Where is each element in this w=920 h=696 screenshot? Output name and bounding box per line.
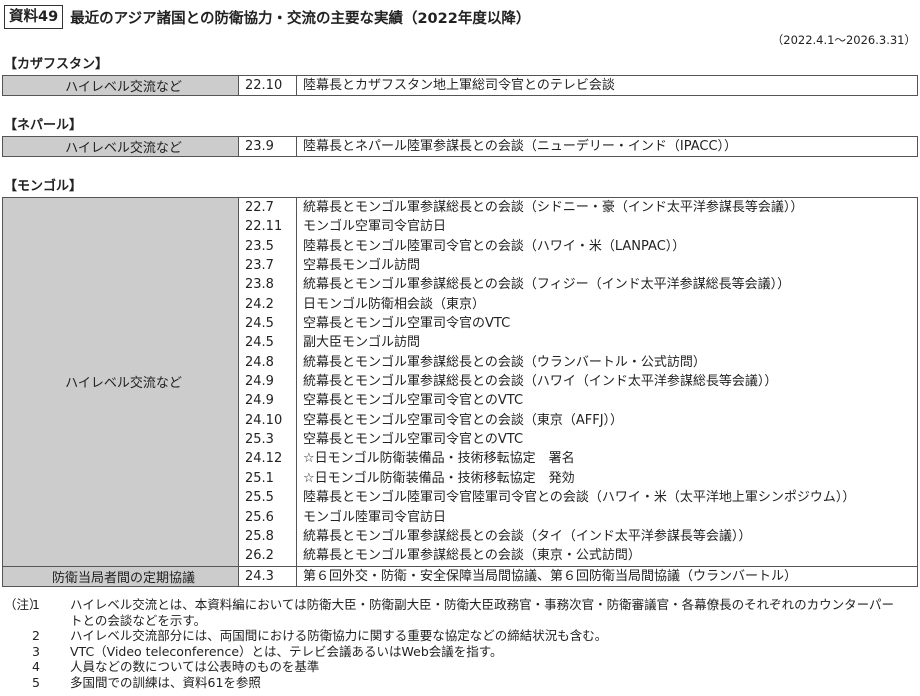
event-date: 24.3 — [245, 568, 274, 584]
note-text: 多国間での訓練は、資料61を参照 — [70, 674, 261, 690]
event-date: 24.5 — [245, 335, 274, 351]
event-date: 26.2 — [245, 548, 274, 564]
event-text: ☆日モンゴル防衛装備品・技術移転協定 発効 — [303, 470, 575, 486]
category-cell: ハイレベル交流など — [2, 197, 239, 567]
note-text: VTC（Video teleconference）とは、テレビ会議あるいはWeb… — [70, 643, 503, 659]
event-date: 24.12 — [245, 451, 283, 467]
notes: （注） 1 ハイレベル交流とは、本資料編においては防衛大臣・防衛副大臣・防衛大臣政務… — [4, 597, 900, 690]
event-date: 24.5 — [245, 316, 274, 332]
title-row: 資料49 最近のアジア諸国との防衛協力・交流の主要な実績（2022年度以降） — [4, 5, 530, 29]
event-text: 統幕長とモンゴル軍参謀総長との会談（ウランバートル・公式訪問） — [303, 354, 706, 370]
event-cell: 陸幕長とカザフスタン地上軍総司令官とのテレビ会談 — [296, 74, 918, 97]
event-date: 22.10 — [245, 78, 283, 93]
note-number: 3 — [32, 643, 40, 659]
date-cell: 23.9 — [238, 135, 297, 158]
event-date: 22.11 — [245, 219, 283, 235]
event-text: 陸幕長とカザフスタン地上軍総司令官とのテレビ会談 — [303, 78, 615, 93]
event-text: 陸幕長とモンゴル陸軍司令官との会談（ハワイ・米（LANPAC）） — [303, 238, 686, 254]
section-heading: 【ネパール】 — [4, 118, 83, 133]
event-cell: 統幕長とモンゴル軍参謀総長との会談（シドニー・豪（インド太平洋参謀長等会議）） モ… — [296, 197, 918, 567]
event-text: 空幕長とモンゴル空軍司令官のVTC — [303, 316, 511, 332]
section-table: ハイレベル交流など 22.7 22.11 23.5 23.7 23.8 24.2 24.5 24… — [2, 197, 918, 587]
event-text: 統幕長とモンゴル軍参謀総長との会談（東京・公式訪問） — [303, 548, 641, 564]
event-date: 25.6 — [245, 509, 274, 525]
event-date: 25.5 — [245, 490, 274, 506]
category-cell: ハイレベル交流など — [2, 135, 239, 158]
event-text: ☆日モンゴル防衛装備品・技術移転協定 署名 — [303, 451, 575, 467]
note-number: 5 — [32, 674, 40, 690]
date-cell: 24.3 — [238, 565, 297, 587]
event-date: 24.8 — [245, 354, 274, 370]
event-text: 統幕長とモンゴル軍参謀総長との会談（タイ（インド太平洋参謀長等会議）） — [303, 528, 752, 544]
event-date: 25.3 — [245, 432, 274, 448]
table-row: ハイレベル交流など 23.9 陸幕長とネパール陸軍参謀長との会談（ニューデリー・イン… — [2, 135, 918, 158]
event-cell: 第６回外交・防衛・安全保障当局間協議、第６回防衛当局間協議（ウランバートル） — [296, 565, 918, 587]
note-number: 1 — [32, 597, 40, 612]
event-date: 23.8 — [245, 277, 274, 293]
note-lead — [4, 659, 32, 675]
section-heading: 【カザフスタン】 — [4, 57, 109, 72]
period-range: （2022.4.1～2026.3.31） — [771, 33, 916, 47]
event-date: 23.5 — [245, 238, 274, 254]
date-cell: 22.7 22.11 23.5 23.7 23.8 24.2 24.5 24.5 24.8 24.… — [238, 197, 297, 567]
event-date: 24.9 — [245, 393, 274, 409]
event-text: 陸幕長とモンゴル陸軍司令官陸軍司令官との会談（ハワイ・米（太平洋地上軍シンポジウ… — [303, 490, 856, 506]
note-item: 2 ハイレベル交流部分には、両国間における防衛協力に関する重要な協定などの締結状況… — [4, 628, 900, 644]
event-text: 副大臣モンゴル訪問 — [303, 335, 421, 351]
category-cell: 防衛当局者間の定期協議 — [2, 565, 239, 587]
event-text: モンゴル空軍司令官訪日 — [303, 219, 447, 235]
note-text: 人員などの数については公表時のものを基準 — [70, 659, 320, 674]
note-lead — [4, 628, 32, 644]
table-row: ハイレベル交流など 22.10 陸幕長とカザフスタン地上軍総司令官とのテレビ会談 — [2, 74, 918, 97]
event-date: 24.2 — [245, 296, 274, 312]
event-date: 24.10 — [245, 412, 283, 428]
event-cell: 陸幕長とネパール陸軍参謀長との会談（ニューデリー・インド（IPACC）） — [296, 135, 918, 158]
event-date: 24.9 — [245, 374, 274, 390]
note-lead — [4, 675, 32, 691]
note-item: 4 人員などの数については公表時のものを基準 — [4, 659, 900, 675]
event-text: 日モンゴル防衛相会談（東京） — [303, 296, 486, 312]
event-date: 25.1 — [245, 470, 274, 486]
event-text: 陸幕長とネパール陸軍参謀長との会談（ニューデリー・インド（IPACC）） — [303, 139, 738, 154]
note-item: 5 多国間での訓練は、資料61を参照 — [4, 675, 900, 691]
note-number: 4 — [32, 659, 40, 674]
category-cell: ハイレベル交流など — [2, 74, 239, 97]
note-item: 3 VTC（Video teleconference）とは、テレビ会議あるいはWe… — [4, 644, 900, 660]
event-text: 統幕長とモンゴル軍参謀総長との会談（シドニー・豪（インド太平洋参謀長等会議）） — [303, 200, 804, 215]
date-cell: 22.10 — [238, 74, 297, 97]
event-text: 第６回外交・防衛・安全保障当局間協議、第６回防衛当局間協議（ウランバートル） — [303, 568, 798, 584]
event-date: 23.9 — [245, 139, 274, 154]
note-lead — [4, 644, 32, 660]
note-lead: （注） — [4, 597, 42, 612]
table-row: ハイレベル交流など 22.7 22.11 23.5 23.7 23.8 24.2 24.5 24… — [2, 197, 918, 567]
event-date: 22.7 — [245, 200, 274, 215]
event-text: モンゴル陸軍司令官訪日 — [303, 509, 447, 525]
material-badge: 資料49 — [4, 5, 64, 29]
note-number: 2 — [32, 628, 40, 643]
event-date: 25.8 — [245, 528, 274, 544]
table-row: 防衛当局者間の定期協議 24.3 第６回外交・防衛・安全保障当局間協議、第６回防衛当… — [2, 565, 918, 587]
event-text: 統幕長とモンゴル軍参謀総長との会談（フィジー（インド太平洋参謀総長等会議）） — [303, 277, 791, 293]
section-table: ハイレベル交流など 22.10 陸幕長とカザフスタン地上軍総司令官とのテレビ会談 — [2, 74, 918, 97]
event-date: 23.7 — [245, 258, 274, 274]
page-title: 最近のアジア諸国との防衛協力・交流の主要な実績（2022年度以降） — [70, 10, 531, 27]
event-text: 空幕長とモンゴル空軍司令官との会談（東京（AFFJ）） — [303, 412, 624, 428]
event-text: 空幕長とモンゴル空軍司令官とのVTC — [303, 432, 524, 448]
note-item: （注） 1 ハイレベル交流とは、本資料編においては防衛大臣・防衛副大臣・防衛大臣政務… — [4, 597, 900, 628]
event-text: 統幕長とモンゴル軍参謀総長との会談（ハワイ（インド太平洋参謀総長等会議）） — [303, 374, 778, 390]
section-heading: 【モンゴル】 — [4, 179, 83, 194]
section-table: ハイレベル交流など 23.9 陸幕長とネパール陸軍参謀長との会談（ニューデリー・イン… — [2, 135, 918, 158]
event-text: 空幕長とモンゴル空軍司令官とのVTC — [303, 393, 524, 409]
event-text: 空幕長モンゴル訪問 — [303, 258, 421, 274]
note-text: ハイレベル交流部分には、両国間における防衛協力に関する重要な協定などの締結状況も… — [70, 628, 608, 643]
note-text: ハイレベル交流とは、本資料編においては防衛大臣・防衛副大臣・防衛大臣政務官・事務… — [70, 597, 895, 628]
